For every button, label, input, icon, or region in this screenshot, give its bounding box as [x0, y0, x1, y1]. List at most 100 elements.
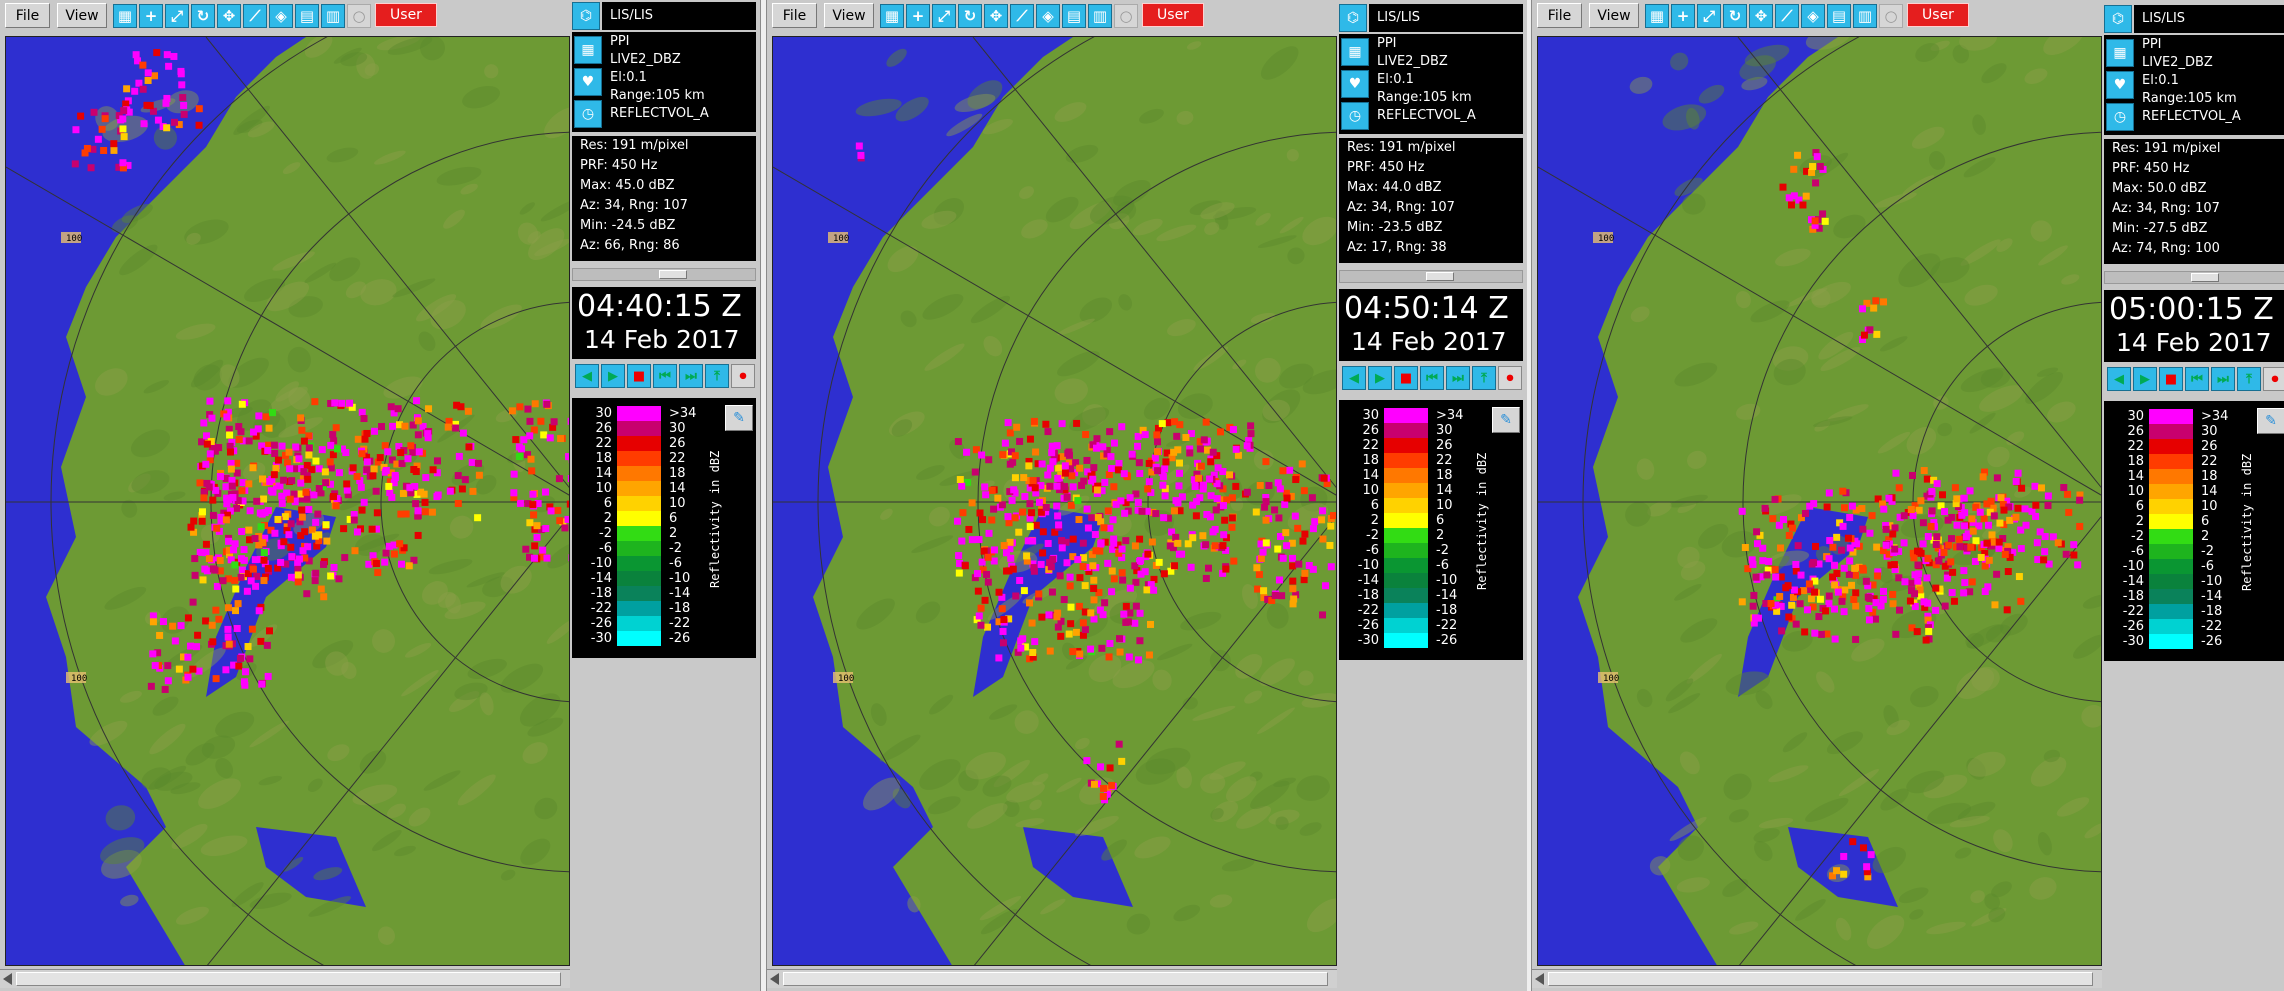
measure-icon[interactable]: ⟋: [1010, 4, 1034, 28]
legend-edit-icon[interactable]: ✎: [2257, 408, 2284, 434]
overlay-icon[interactable]: ◈: [269, 4, 293, 28]
loop-icon[interactable]: ⤒: [1472, 366, 1496, 390]
view-menu-button[interactable]: View: [57, 3, 107, 28]
zoom-icon[interactable]: ⤢: [1697, 4, 1721, 28]
legend-swatch: [617, 571, 661, 586]
record-icon[interactable]: ⏺: [2263, 367, 2284, 391]
radar-site-icon[interactable]: ⌬: [1339, 4, 1367, 32]
stop-icon[interactable]: ■: [2159, 367, 2183, 391]
grid-icon[interactable]: ▦: [1645, 4, 1669, 28]
refresh-icon[interactable]: ↻: [191, 4, 215, 28]
table-icon[interactable]: ▥: [1088, 4, 1112, 28]
step-back-icon[interactable]: ◀: [575, 364, 599, 388]
zoom-icon[interactable]: ⤢: [932, 4, 956, 28]
rewind-icon[interactable]: ⏮: [2185, 367, 2209, 391]
slider-knob[interactable]: [2191, 273, 2219, 282]
radar-site-icon[interactable]: ⌬: [2104, 5, 2132, 33]
legend-right-value: 18: [1436, 468, 1453, 483]
heart-icon[interactable]: ♥: [1341, 70, 1369, 98]
forward-icon[interactable]: ⏭: [679, 364, 703, 388]
grid-icon[interactable]: ▦: [880, 4, 904, 28]
view-menu-button[interactable]: View: [1589, 3, 1639, 28]
horizontal-scrollbar[interactable]: [1532, 969, 2102, 988]
scroll-left-icon[interactable]: [3, 973, 12, 985]
animation-controls: ◀ ▶ ■ ⏮ ⏭ ⤒ ⏺: [2104, 365, 2284, 393]
table-icon[interactable]: ▥: [1853, 4, 1877, 28]
slider-knob[interactable]: [1426, 272, 1454, 281]
product-icon[interactable]: ▦: [2106, 39, 2134, 67]
heart-icon[interactable]: ♥: [574, 68, 602, 96]
overlay-icon[interactable]: ◈: [1801, 4, 1825, 28]
crosshair-icon[interactable]: +: [906, 4, 930, 28]
slider-knob[interactable]: [659, 270, 687, 279]
step-back-icon[interactable]: ◀: [1342, 366, 1366, 390]
palette-icon[interactable]: ▤: [1827, 4, 1851, 28]
scroll-thumb[interactable]: [1548, 972, 2093, 986]
legend-swatch: [1384, 453, 1428, 468]
rewind-icon[interactable]: ⏮: [653, 364, 677, 388]
radar-ppi-canvas: 100 100: [773, 37, 1336, 965]
file-menu-button[interactable]: File: [1537, 3, 1582, 28]
pan-icon[interactable]: ✥: [1749, 4, 1773, 28]
refresh-icon[interactable]: ↻: [1723, 4, 1747, 28]
play-icon[interactable]: ▶: [601, 364, 625, 388]
step-back-icon[interactable]: ◀: [2107, 367, 2131, 391]
palette-icon[interactable]: ▤: [295, 4, 319, 28]
heart-icon[interactable]: ♥: [2106, 71, 2134, 99]
scroll-left-icon[interactable]: [1535, 973, 1544, 985]
stop-icon[interactable]: ■: [1394, 366, 1418, 390]
record-icon[interactable]: ⏺: [1498, 366, 1522, 390]
scroll-thumb[interactable]: [783, 972, 1328, 986]
range-ring-label: 100: [1598, 234, 1614, 244]
table-icon[interactable]: ▥: [321, 4, 345, 28]
file-menu-button[interactable]: File: [5, 3, 50, 28]
record-icon[interactable]: ⏺: [731, 364, 755, 388]
radar-window-2: File View ▦ + ⤢ ↻ ✥ ⟋ ◈ ▤ ▥ ○ User 100 10…: [767, 0, 1527, 991]
radar-map[interactable]: 100 100: [772, 36, 1337, 966]
clock-icon[interactable]: ◷: [1341, 102, 1369, 130]
zoom-icon[interactable]: ⤢: [165, 4, 189, 28]
palette-icon[interactable]: ▤: [1062, 4, 1086, 28]
refresh-icon[interactable]: ↻: [958, 4, 982, 28]
user-button[interactable]: User: [1142, 3, 1204, 27]
forward-icon[interactable]: ⏭: [1446, 366, 1470, 390]
stop-icon[interactable]: ■: [627, 364, 651, 388]
crosshair-icon[interactable]: +: [139, 4, 163, 28]
user-button[interactable]: User: [1907, 3, 1969, 27]
scroll-thumb[interactable]: [16, 972, 561, 986]
loop-icon[interactable]: ⤒: [705, 364, 729, 388]
clock-icon[interactable]: ◷: [2106, 103, 2134, 131]
forward-icon[interactable]: ⏭: [2211, 367, 2235, 391]
measure-icon[interactable]: ⟋: [1775, 4, 1799, 28]
legend-edit-icon[interactable]: ✎: [725, 405, 753, 431]
legend-right-value: -6: [1436, 558, 1449, 573]
file-menu-button[interactable]: File: [772, 3, 817, 28]
play-icon[interactable]: ▶: [2133, 367, 2157, 391]
horizontal-scrollbar[interactable]: [767, 969, 1337, 988]
grid-icon[interactable]: ▦: [113, 4, 137, 28]
view-menu-button[interactable]: View: [824, 3, 874, 28]
radar-site-icon[interactable]: ⌬: [572, 2, 600, 30]
crosshair-icon[interactable]: +: [1671, 4, 1695, 28]
clock-icon[interactable]: ◷: [574, 100, 602, 128]
legend-edit-icon[interactable]: ✎: [1492, 407, 1520, 433]
pan-icon[interactable]: ✥: [217, 4, 241, 28]
overlay-icon[interactable]: ◈: [1036, 4, 1060, 28]
play-icon[interactable]: ▶: [1368, 366, 1392, 390]
horizontal-scrollbar[interactable]: [0, 969, 570, 988]
rewind-icon[interactable]: ⏮: [1420, 366, 1444, 390]
user-button[interactable]: User: [375, 3, 437, 27]
time-slider[interactable]: [2104, 271, 2284, 284]
legend-left-value: -2: [1366, 528, 1379, 543]
time-slider[interactable]: [572, 268, 756, 281]
radar-map[interactable]: 100 100: [5, 36, 570, 966]
legend-swatch: [2149, 439, 2193, 454]
pan-icon[interactable]: ✥: [984, 4, 1008, 28]
radar-map[interactable]: 100 100: [1537, 36, 2102, 966]
loop-icon[interactable]: ⤒: [2237, 367, 2261, 391]
scroll-left-icon[interactable]: [770, 973, 779, 985]
time-slider[interactable]: [1339, 270, 1523, 283]
product-icon[interactable]: ▦: [1341, 38, 1369, 66]
product-icon[interactable]: ▦: [574, 36, 602, 64]
measure-icon[interactable]: ⟋: [243, 4, 267, 28]
